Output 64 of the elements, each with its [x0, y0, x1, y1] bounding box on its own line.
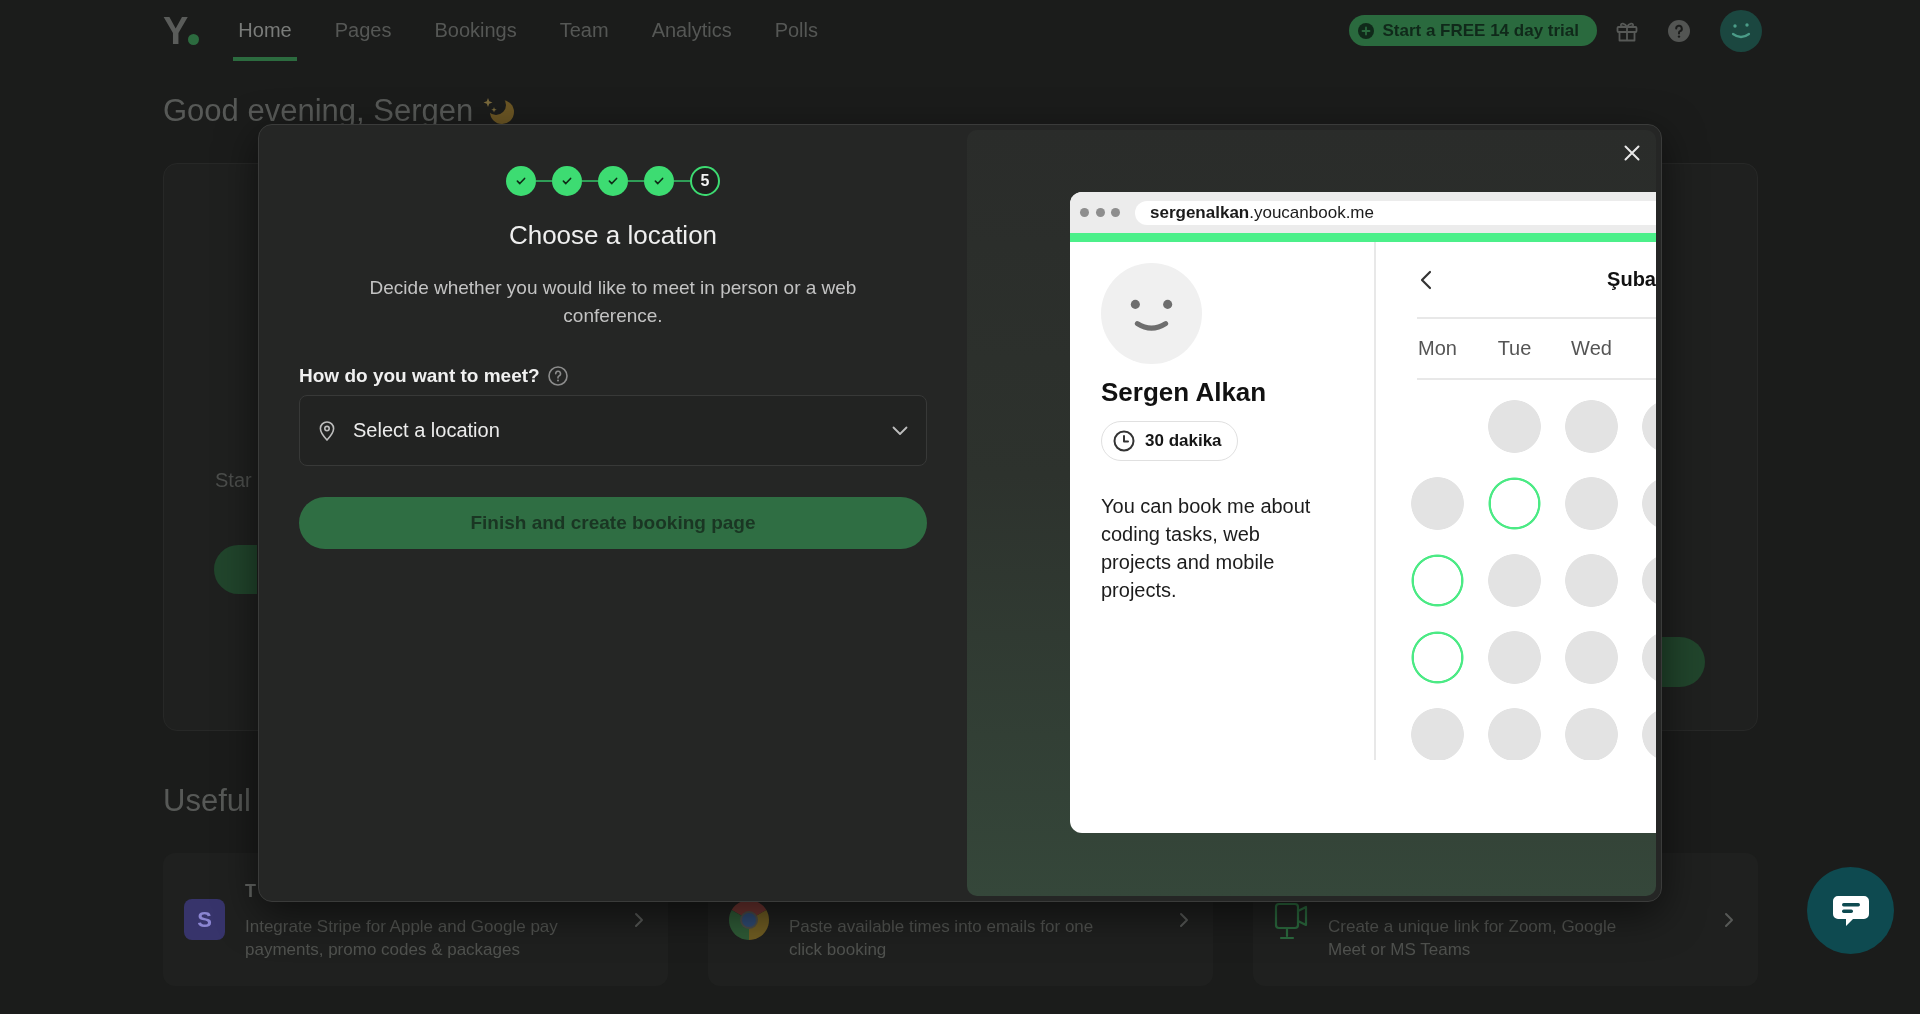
plus-circle-icon [1358, 22, 1375, 39]
logo-text: Y [163, 12, 188, 49]
unavailable-slot [1411, 477, 1464, 530]
address-bar: sergenalkan.youcanbook.me [1135, 200, 1656, 225]
step-indicator: 5 [690, 166, 720, 196]
smiley-avatar-icon [1101, 263, 1202, 364]
location-select[interactable]: Select a location [299, 395, 927, 466]
chevron-right-icon [1724, 911, 1734, 928]
clock-icon [1113, 430, 1135, 452]
nav-tab[interactable]: Pages [329, 0, 397, 61]
close-icon [1624, 145, 1640, 161]
check-icon [516, 177, 526, 185]
color-wheel-icon [729, 899, 769, 940]
nav-tab[interactable]: Bookings [429, 0, 522, 61]
nav-tab[interactable]: Home [233, 0, 297, 61]
logo-dot-icon [188, 33, 200, 45]
unavailable-slot [1565, 631, 1618, 684]
trial-button[interactable]: Start a FREE 14 day trial [1349, 15, 1597, 46]
nav-tab[interactable]: Polls [769, 0, 823, 61]
unavailable-slot [1565, 708, 1618, 760]
help-icon[interactable] [547, 366, 568, 386]
profile-name: Sergen Alkan [1101, 376, 1267, 408]
unavailable-slot [1488, 554, 1541, 607]
chevron-right-icon [634, 911, 644, 928]
card-title: T [245, 879, 256, 903]
unavailable-slot [1488, 400, 1541, 453]
month-label: Şuba [1607, 268, 1656, 291]
close-button[interactable] [1621, 142, 1643, 164]
weekday-label: Wed [1570, 337, 1613, 360]
letter-tile: S [184, 899, 225, 940]
unavailable-slot [1565, 554, 1618, 607]
chat-bubble-icon [1831, 893, 1870, 928]
unavailable-slot [1488, 631, 1541, 684]
window-dot-icon [1095, 208, 1105, 217]
step-connector [628, 180, 644, 182]
chevron-right-icon [1179, 911, 1189, 928]
duration-text: 30 dakika [1145, 431, 1222, 451]
unavailable-slot [1411, 708, 1464, 760]
weekday-label: Tue [1496, 337, 1533, 360]
nav-tab[interactable]: Analytics [646, 0, 737, 61]
moon-stars-icon [483, 97, 515, 125]
field-label: How do you want to meet? [299, 365, 540, 387]
section-heading: Useful [163, 783, 251, 819]
check-icon [654, 177, 664, 185]
nav-tab[interactable]: Team [554, 0, 614, 61]
chevron-down-icon [892, 425, 908, 436]
check-icon [562, 177, 572, 185]
unavailable-slot [1488, 708, 1541, 760]
modal-title: Choose a location [508, 219, 718, 251]
avatar-icon[interactable] [1720, 9, 1762, 52]
unavailable-slot [1565, 400, 1618, 453]
modal-description: Decide whether you would like to meet in person or a web conference. [368, 276, 858, 328]
weekday-label: Mon [1417, 337, 1458, 360]
profile-bio: You can book me about coding tasks, web projects and mobile projects. [1101, 494, 1312, 603]
window-dot-icon [1111, 208, 1120, 217]
unavailable-slot [1565, 477, 1618, 530]
chevron-left-icon [1420, 269, 1432, 290]
check-icon [608, 177, 618, 185]
location-pin-icon [319, 420, 335, 441]
window-dot-icon [1080, 208, 1089, 217]
step-connector [582, 180, 598, 182]
step-connector [536, 180, 552, 182]
greeting-heading: Good evening, Sergen [163, 93, 474, 129]
step-connector [674, 180, 690, 182]
